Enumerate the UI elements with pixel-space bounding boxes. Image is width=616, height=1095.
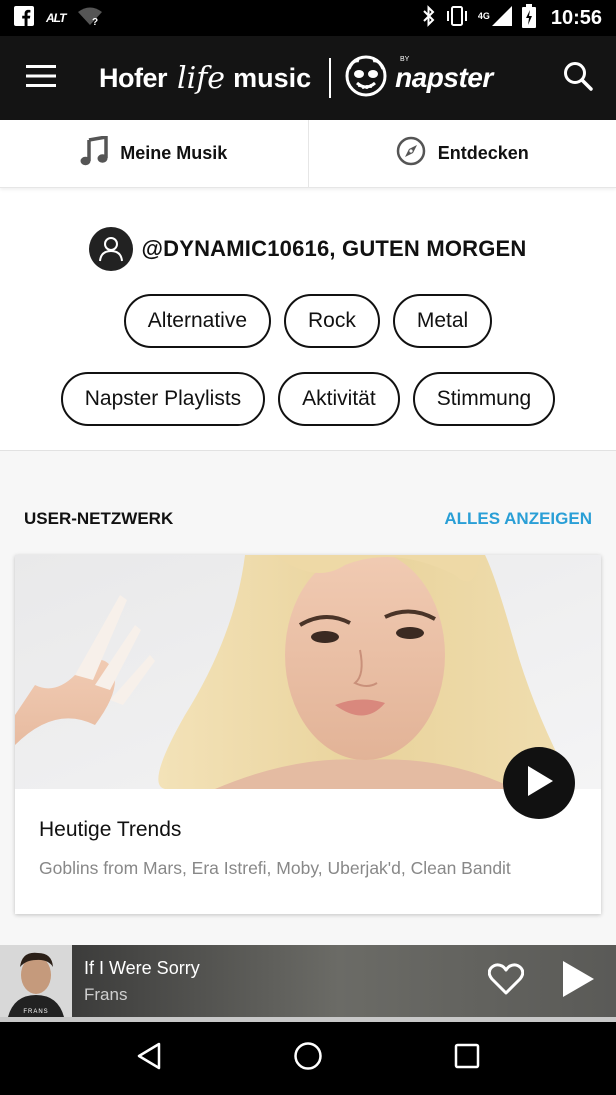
bluetooth-icon xyxy=(422,4,436,32)
system-nav-bar xyxy=(0,1022,616,1095)
playlist-cover-image xyxy=(15,555,601,789)
status-bar: ALT ? 4G 10:56 xyxy=(0,0,616,36)
network-type: 4G xyxy=(477,10,490,21)
music-note-icon xyxy=(80,134,108,171)
chip-napster-playlists[interactable]: Napster Playlists xyxy=(60,372,266,426)
back-icon xyxy=(136,1042,162,1075)
facebook-icon xyxy=(14,5,34,31)
alt-icon: ALT xyxy=(46,11,66,25)
clock: 10:56 xyxy=(550,6,602,29)
app-bar: Hofer life music napster BY xyxy=(0,36,616,120)
album-art: FRANS xyxy=(0,945,72,1017)
track-title: If I Were Sorry xyxy=(84,958,200,978)
favorite-button[interactable] xyxy=(486,961,526,1001)
hamburger-menu-icon xyxy=(26,64,56,92)
search-button[interactable] xyxy=(558,58,598,98)
show-all-link[interactable]: ALLES ANZEIGEN xyxy=(444,509,592,529)
napster-cat-icon xyxy=(343,53,389,104)
recents-button[interactable] xyxy=(437,1029,497,1089)
chip-rock[interactable]: Rock xyxy=(284,294,380,348)
svg-text:?: ? xyxy=(92,17,98,26)
chip-stimmung[interactable]: Stimmung xyxy=(412,372,556,426)
play-icon xyxy=(561,960,595,1003)
home-icon xyxy=(293,1041,323,1076)
greeting-text: @DYNAMIC10616, GUTEN MORGEN xyxy=(141,236,527,261)
user-avatar-icon[interactable] xyxy=(89,227,134,271)
app-logo: Hofer life music napster xyxy=(99,53,493,104)
home-button[interactable] xyxy=(278,1029,338,1089)
greeting: @DYNAMIC10616, GUTEN MORGEN xyxy=(0,224,616,274)
battery-icon xyxy=(521,3,536,33)
tab-meine-musik[interactable]: Meine Musik xyxy=(0,120,308,187)
album-art-label: FRANS xyxy=(23,1009,48,1015)
chip-metal[interactable]: Metal xyxy=(392,294,493,348)
player-play-button[interactable] xyxy=(556,959,600,1003)
card-subtitle: Goblins from Mars, Era Istrefi, Moby, Ub… xyxy=(39,858,511,878)
card-title: Heutige Trends xyxy=(39,818,182,841)
recents-icon xyxy=(454,1043,480,1074)
playlist-card[interactable]: Heutige Trends Goblins from Mars, Era Is… xyxy=(15,555,601,914)
tab-label: Entdecken xyxy=(437,143,529,163)
chip-alternative[interactable]: Alternative xyxy=(123,294,271,348)
search-icon xyxy=(563,61,593,96)
card-play-button[interactable] xyxy=(503,747,575,819)
section-title: USER-NETZWERK xyxy=(24,509,174,528)
menu-button[interactable] xyxy=(0,36,82,120)
play-icon xyxy=(523,764,555,803)
back-button[interactable] xyxy=(119,1029,179,1089)
track-artist: Frans xyxy=(84,985,128,1004)
wifi-icon: ? xyxy=(77,6,103,31)
brand-hofer: Hofer xyxy=(99,62,168,93)
napster-logo: napster xyxy=(343,53,493,104)
now-playing-bar[interactable]: FRANS If I Were Sorry Frans xyxy=(0,945,616,1017)
main-tabs: Meine Musik Entdecken xyxy=(0,120,616,188)
genre-chips-row-2: Napster Playlists Aktivität Stimmung xyxy=(0,372,616,426)
brand-music: music xyxy=(233,62,312,93)
heart-outline-icon xyxy=(487,962,525,1000)
compass-icon xyxy=(396,136,426,171)
genre-chips-row-1: Alternative Rock Metal xyxy=(0,294,616,348)
tab-entdecken[interactable]: Entdecken xyxy=(307,120,616,187)
napster-by-label: BY xyxy=(400,56,410,63)
signal-icon xyxy=(491,5,513,32)
vibrate-icon xyxy=(445,5,469,32)
brand-life: life xyxy=(177,60,226,96)
chip-aktivitaet[interactable]: Aktivität xyxy=(278,372,400,426)
brand-separator xyxy=(329,58,332,98)
napster-wordmark: napster xyxy=(395,62,493,93)
tab-label: Meine Musik xyxy=(120,143,228,163)
